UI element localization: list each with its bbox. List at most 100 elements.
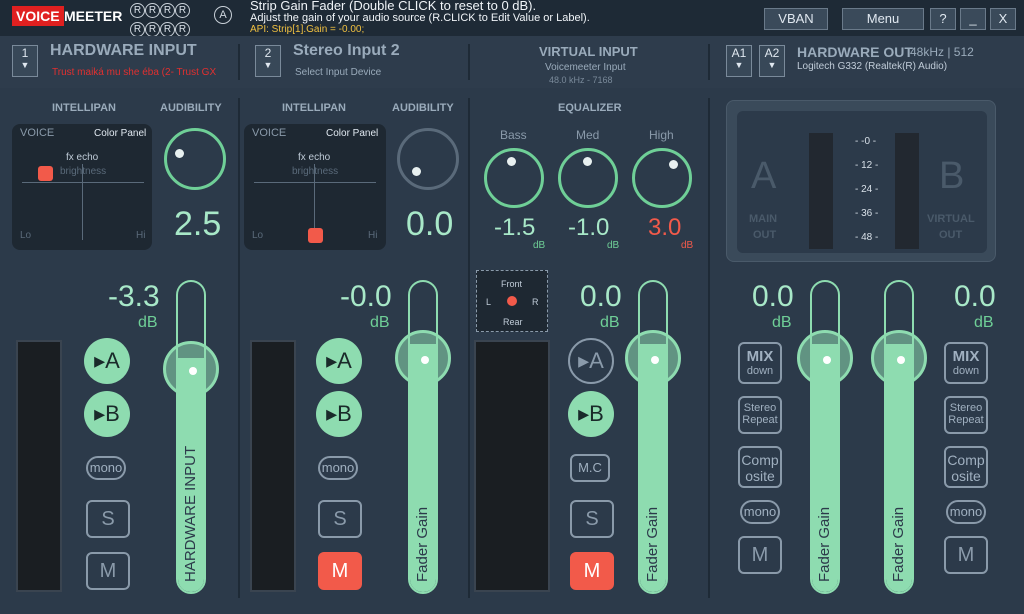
- a2-out-button[interactable]: A2 ▼: [759, 45, 785, 77]
- med-knob[interactable]: [558, 148, 618, 208]
- color-panel-label: Color Panel: [94, 128, 147, 139]
- bus-b-mono-button[interactable]: mono: [946, 500, 986, 524]
- r-label: R: [532, 297, 539, 307]
- strip1-fader-label: HARDWARE INPUT: [182, 445, 199, 582]
- scale-24: - 24 -: [855, 184, 879, 195]
- strip1-mute-button[interactable]: M: [86, 552, 130, 590]
- virtual-fader-knob[interactable]: [625, 330, 681, 386]
- comp-sub-label: osite: [951, 468, 981, 484]
- surround-panner[interactable]: Front L R Rear: [476, 270, 548, 332]
- knob-indicator: [175, 149, 184, 158]
- strip2-solo-button[interactable]: S: [318, 500, 362, 538]
- hi-label: Hi: [368, 230, 378, 241]
- virtual-mc-button[interactable]: M.C: [570, 454, 610, 482]
- chevron-down-icon: ▼: [734, 60, 744, 70]
- strip2-fader-knob[interactable]: [395, 330, 451, 386]
- strip2-mute-button[interactable]: M: [318, 552, 362, 590]
- output-meter-panel: - -0 - - 12 - - 24 - - 36 - - 48 - A MAI…: [726, 100, 996, 262]
- pan-handle[interactable]: [38, 166, 53, 181]
- strip1-bus-a-button[interactable]: ▸A: [84, 338, 130, 384]
- strip1-bus-b-button[interactable]: ▸B: [84, 391, 130, 437]
- bus-b-fader-knob[interactable]: [871, 330, 927, 386]
- bass-value: -1.5: [494, 214, 536, 241]
- virtual-input-title: VIRTUAL INPUT: [539, 44, 638, 59]
- hardware-out-rate: 48kHz | 512: [910, 45, 974, 59]
- main-label: MAIN: [749, 213, 778, 225]
- bus-a-fader-knob[interactable]: [797, 330, 853, 386]
- comp-label: Comp: [947, 452, 985, 468]
- bus-b-label: B: [337, 401, 352, 426]
- strip2-bus-a-button[interactable]: ▸A: [316, 338, 362, 384]
- equalizer-label: EQUALIZER: [558, 102, 622, 114]
- bus-b-label: B: [105, 401, 120, 426]
- strip1-title[interactable]: HARDWARE INPUT: [50, 42, 197, 60]
- intellipan-panel-1[interactable]: VOICE Color Panel fx echo brightness Lo …: [12, 124, 152, 250]
- minimize-button[interactable]: _: [960, 8, 986, 30]
- strip1-mono-button[interactable]: mono: [86, 456, 126, 480]
- knob-indicator: [507, 157, 516, 166]
- knob-indicator: [421, 356, 429, 364]
- fx-echo-label: fx echo: [298, 152, 331, 163]
- bus-a-comp-button[interactable]: Comp osite: [738, 446, 782, 488]
- a1-label: A1: [731, 46, 747, 60]
- med-label: Med: [576, 128, 600, 142]
- high-value: 3.0: [648, 214, 682, 241]
- strip2-bus-b-button[interactable]: ▸B: [316, 391, 362, 437]
- high-label: High: [649, 128, 674, 142]
- strip2-level-meter: [250, 340, 296, 592]
- pan-handle[interactable]: [308, 228, 323, 243]
- r-badge: R: [160, 3, 175, 18]
- virtual-mute-button[interactable]: M: [570, 552, 614, 590]
- strip1-solo-button[interactable]: S: [86, 500, 130, 538]
- virtual-bus-b-button[interactable]: ▸B: [568, 391, 614, 437]
- close-button[interactable]: X: [990, 8, 1016, 30]
- virtual-gain-db: dB: [600, 314, 620, 331]
- logo-meeter: MEETER: [64, 8, 123, 24]
- virtual-fader-label: Fader Gain: [644, 506, 661, 582]
- strip2-number[interactable]: 2 ▼: [255, 45, 281, 77]
- bus-a-mono-button[interactable]: mono: [740, 500, 780, 524]
- bus-a-label: A: [337, 348, 352, 373]
- bus-b-comp-button[interactable]: Comp osite: [944, 446, 988, 488]
- bus-b-gain-db: dB: [974, 314, 994, 331]
- hardware-out-device[interactable]: Logitech G332 (Realtek(R) Audio): [797, 61, 947, 72]
- intellipan-panel-2[interactable]: VOICE Color Panel fx echo brightness Lo …: [244, 124, 386, 250]
- bass-knob[interactable]: [484, 148, 544, 208]
- virtual-gain-value: 0.0: [580, 280, 622, 313]
- bus-b-mute-button[interactable]: M: [944, 536, 988, 574]
- knob-indicator: [669, 160, 678, 169]
- help-button[interactable]: ?: [930, 8, 956, 30]
- vban-button[interactable]: VBAN: [764, 8, 828, 30]
- surround-handle[interactable]: [507, 296, 517, 306]
- strip1-device[interactable]: Trust maiká mu she éba (2- Trust GX: [52, 67, 216, 78]
- meter-b-label: B: [939, 155, 965, 197]
- chevron-down-icon: ▼: [20, 60, 30, 70]
- color-panel-label: Color Panel: [326, 128, 379, 139]
- strip2-title[interactable]: Stereo Input 2: [293, 42, 400, 60]
- front-label: Front: [501, 279, 523, 289]
- audibility-knob-1[interactable]: [164, 128, 226, 190]
- a1-out-button[interactable]: A1 ▼: [726, 45, 752, 77]
- divider: [708, 98, 710, 598]
- r-badge: R: [145, 3, 160, 18]
- audibility-knob-2[interactable]: [397, 128, 459, 190]
- bus-a-mix-button[interactable]: MIX down: [738, 342, 782, 384]
- lo-label: Lo: [20, 230, 32, 241]
- audibility-label: AUDIBILITY: [160, 102, 222, 114]
- bus-a-mute-button[interactable]: M: [738, 536, 782, 574]
- virtual-bus-a-button[interactable]: ▸A: [568, 338, 614, 384]
- virtual-solo-button[interactable]: S: [570, 500, 614, 538]
- menu-button[interactable]: Menu: [842, 8, 924, 30]
- bus-b-mix-button[interactable]: MIX down: [944, 342, 988, 384]
- strip1-level-meter: [16, 340, 62, 592]
- high-knob[interactable]: [632, 148, 692, 208]
- intellipan-label: INTELLIPAN: [282, 102, 346, 114]
- strip2-mono-button[interactable]: mono: [318, 456, 358, 480]
- strip1-fader-knob[interactable]: [163, 341, 219, 397]
- bus-b-stereo-button[interactable]: Stereo Repeat: [944, 396, 988, 434]
- virtual-input-device: Voicemeeter Input: [545, 62, 626, 73]
- bus-a-stereo-button[interactable]: Stereo Repeat: [738, 396, 782, 434]
- strip1-number[interactable]: 1 ▼: [12, 45, 38, 77]
- strip1-gain-db: dB: [138, 314, 158, 331]
- strip2-device[interactable]: Select Input Device: [295, 67, 381, 78]
